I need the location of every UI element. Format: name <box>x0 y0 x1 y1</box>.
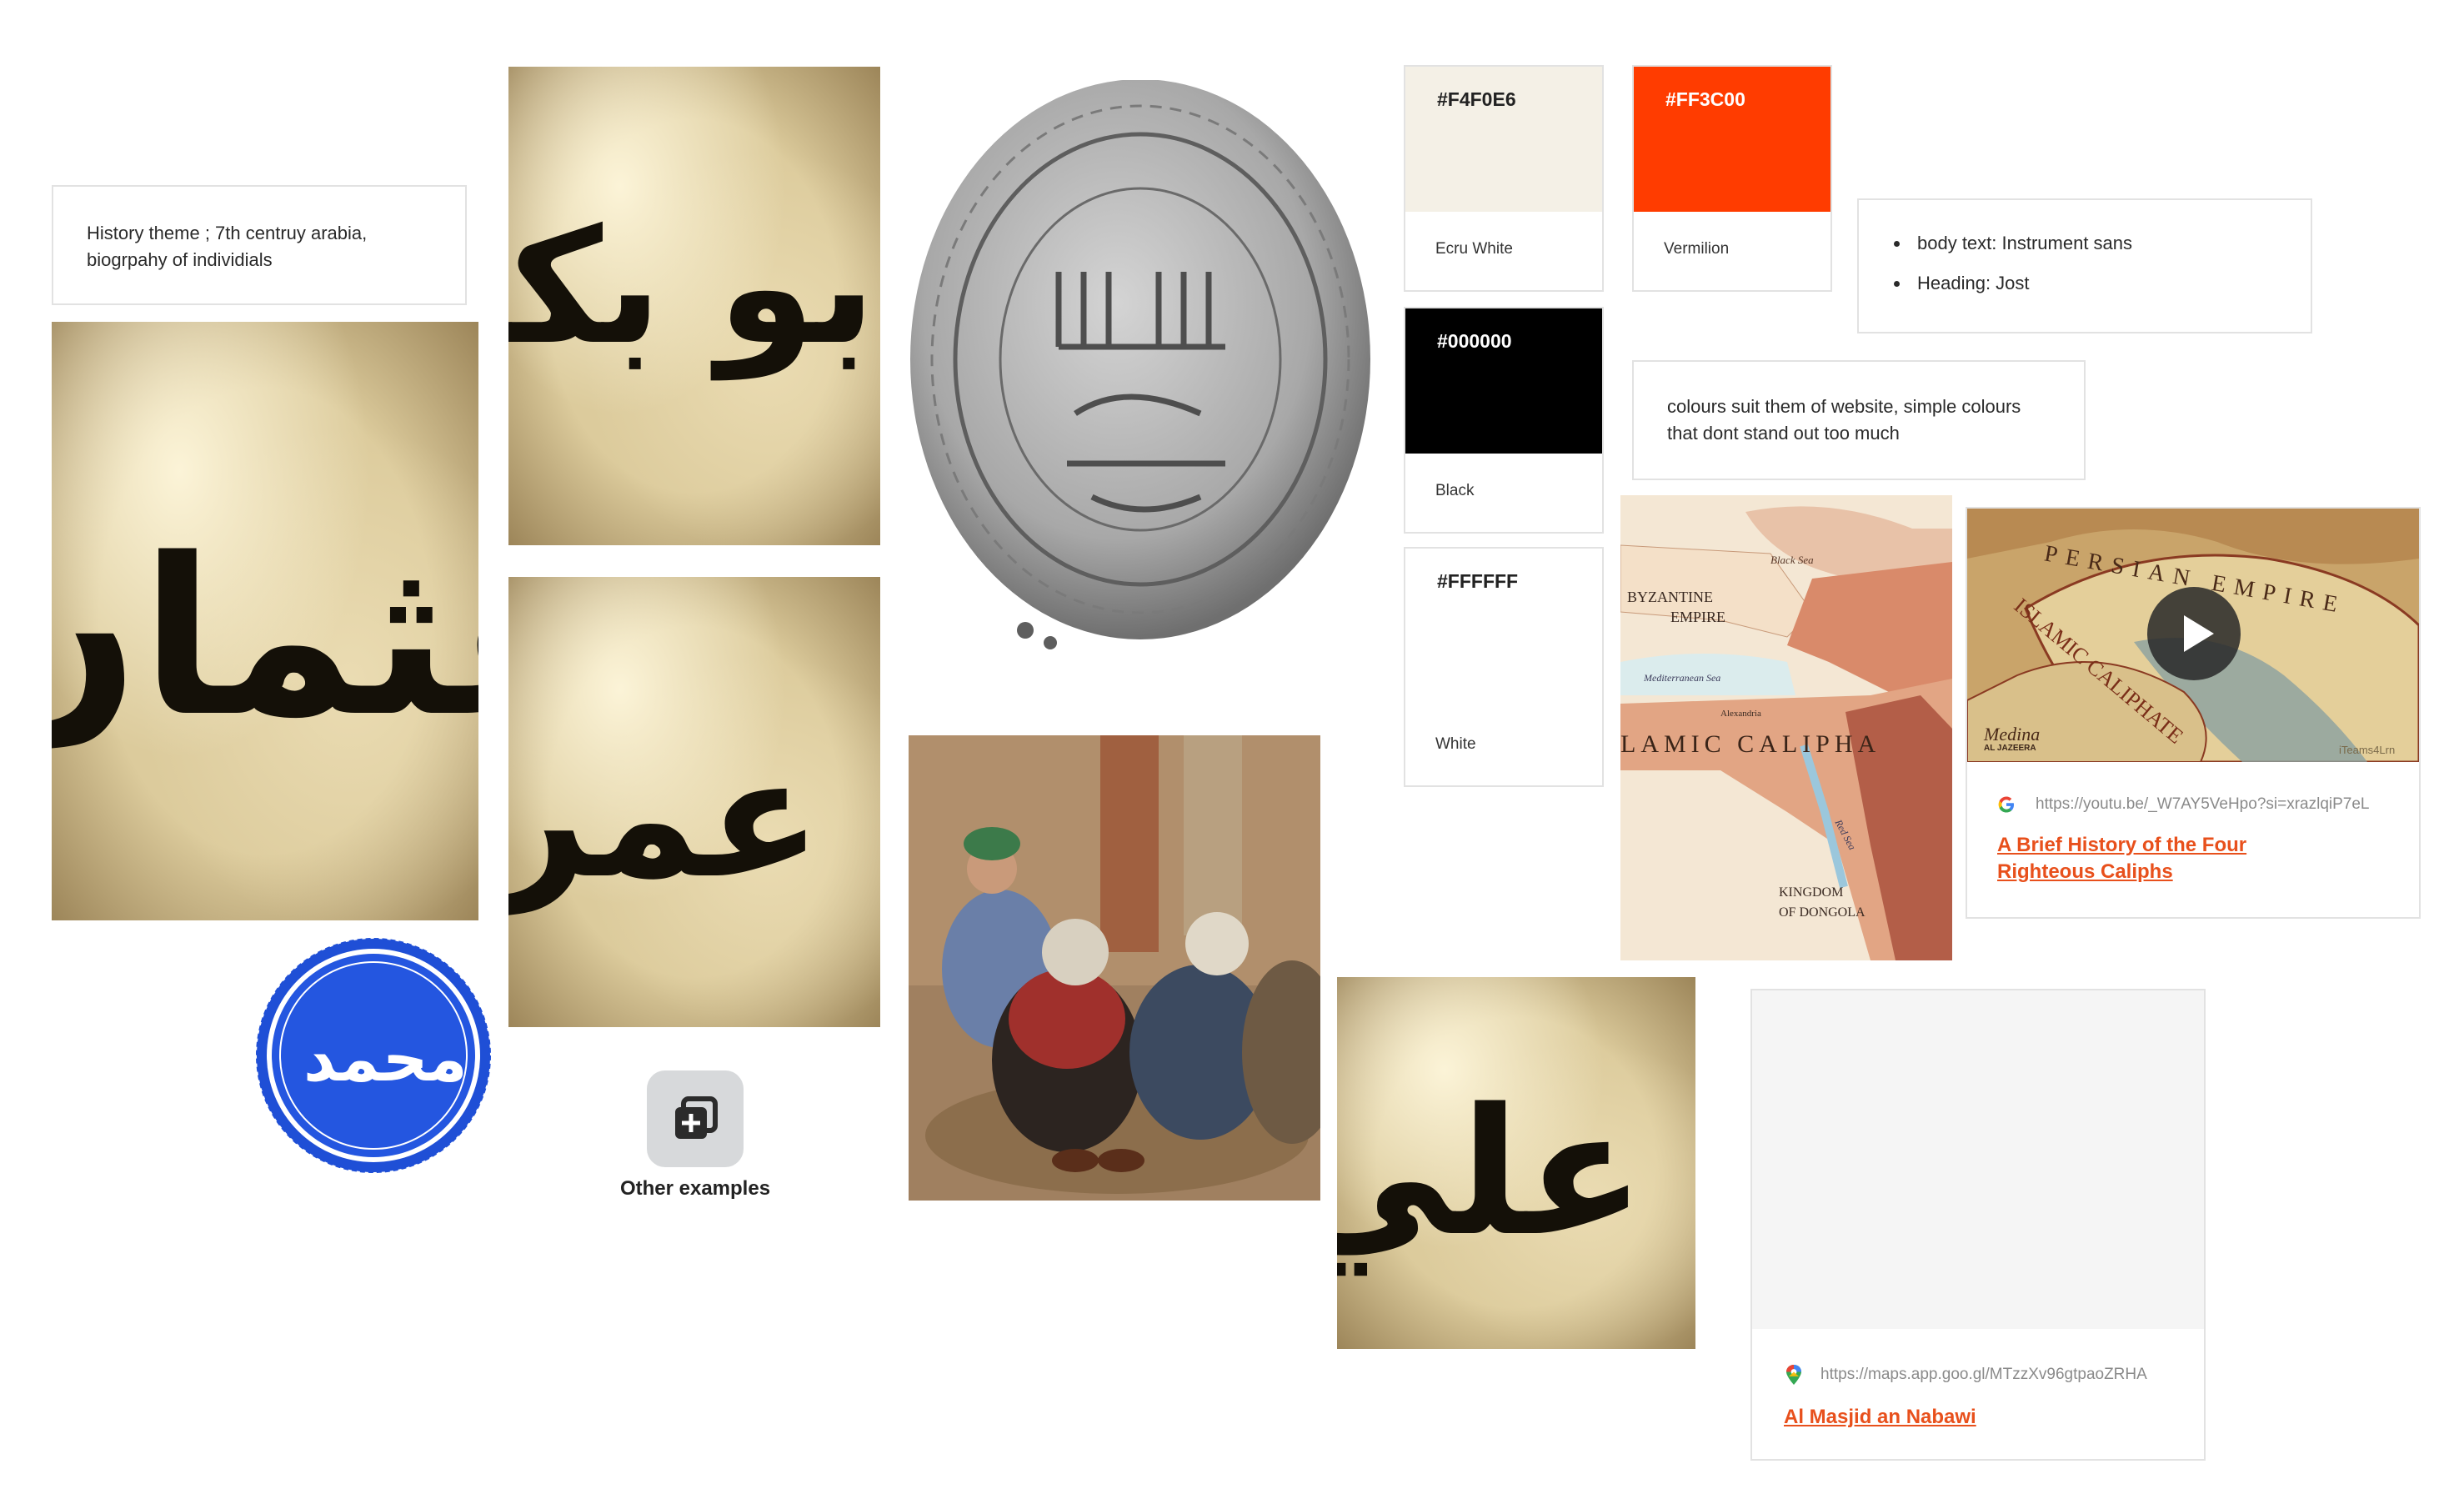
ali-calligraphy-text: علي <box>1337 1070 1645 1275</box>
gathering-painting-image[interactable] <box>909 735 1320 1201</box>
swatch-name: White <box>1435 735 1476 753</box>
maps-preview[interactable] <box>1752 990 2204 1329</box>
swatch-ecru-white[interactable]: #F4F0E6 Ecru White <box>1404 65 1604 292</box>
map-label-mediterranean: Mediterranean Sea <box>1644 672 1721 684</box>
swatch-name: Black <box>1435 482 1475 499</box>
muhammad-seal-text: محمد <box>303 1021 468 1095</box>
fonts-note[interactable]: body text: Instrument sans Heading: Jost <box>1857 198 2312 333</box>
thumb-medina-label: Medina <box>1984 724 2041 744</box>
swatch-hex: #FF3C00 <box>1665 88 1745 110</box>
video-thumbnail[interactable]: PERSIAN EMPIRE ISLAMIC CALIPHATE Medina … <box>1967 509 2419 762</box>
add-copy-icon <box>675 1096 718 1139</box>
muhammad-seal-image[interactable]: محمد <box>255 937 492 1174</box>
thumb-brand-label: iTeams4Lrn <box>2339 744 2396 756</box>
colours-note-line1: colours suit them of website, simple col… <box>1667 396 2021 417</box>
swatch-hex: #000000 <box>1437 330 1512 352</box>
swatch-vermilion[interactable]: #FF3C00 Vermilion <box>1632 65 1832 292</box>
video-title-link[interactable]: A Brief History of the Four Righteous Ca… <box>1997 832 2397 885</box>
swatch-name: Vermilion <box>1664 240 1730 258</box>
uthman-calligraphy-text: عثمان <box>52 513 478 765</box>
other-examples-label: Other examples <box>619 1177 771 1200</box>
umar-calligraphy-image[interactable]: عمر <box>508 577 880 1027</box>
umar-calligraphy-text: عمر <box>508 721 822 915</box>
map-label-kingdom: KINGDOM <box>1779 885 1844 900</box>
theme-note-line2: biogrpahy of individials <box>87 249 273 270</box>
swatch-hex: #FFFFFF <box>1437 570 1519 592</box>
maps-title-link[interactable]: Al Masjid an Nabawi <box>1784 1404 2184 1431</box>
swatch-name: Ecru White <box>1435 240 1513 258</box>
video-play-button[interactable] <box>2147 587 2241 680</box>
add-example-button[interactable] <box>647 1070 744 1167</box>
fonts-note-heading: Heading: Jost <box>1911 270 2311 297</box>
video-title-line2: Righteous Caliphs <box>1997 860 2173 883</box>
map-label-dongola: OF DONGOLA <box>1779 905 1866 920</box>
swatch-white[interactable]: #FFFFFF White <box>1404 547 1604 787</box>
map-label-alexandria: Alexandria <box>1720 709 1761 719</box>
dirham-coin-image[interactable] <box>909 79 1375 689</box>
map-label-empire: EMPIRE <box>1670 609 1726 625</box>
swatch-black[interactable]: #000000 Black <box>1404 307 1604 534</box>
theme-note-line1: History theme ; 7th centruy arabia, <box>87 223 368 243</box>
swatch-hex: #F4F0E6 <box>1437 88 1516 110</box>
ali-calligraphy-image[interactable]: علي <box>1337 977 1695 1349</box>
map-label-byzantine: BYZANTINE <box>1627 589 1713 605</box>
video-url: https://youtu.be/_W7AY5VeHpo?si=xrazlqiP… <box>2036 795 2370 813</box>
play-icon <box>2184 615 2214 652</box>
thumb-source-label: AL JAZEERA <box>1984 744 2036 753</box>
theme-note[interactable]: History theme ; 7th centruy arabia, biog… <box>52 185 467 305</box>
coin-graphic <box>910 79 1370 649</box>
uthman-calligraphy-image[interactable]: عثمان <box>52 322 478 920</box>
video-link-card[interactable]: PERSIAN EMPIRE ISLAMIC CALIPHATE Medina … <box>1966 507 2421 919</box>
map-label-black-sea: Black Sea <box>1770 554 1814 566</box>
video-title-line1: A Brief History of the Four <box>1997 834 2247 856</box>
caliphate-map-image[interactable]: Black Sea BYZANTINE EMPIRE Mediterranean… <box>1620 495 1952 960</box>
maps-link-card[interactable]: https://maps.app.goo.gl/MTzzXv96gtpaoZRH… <box>1750 989 2206 1461</box>
maps-url: https://maps.app.goo.gl/MTzzXv96gtpaoZRH… <box>1820 1366 2147 1383</box>
painting-graphic <box>909 735 1320 1201</box>
abubakr-calligraphy-image[interactable]: أبو بكر <box>508 67 880 545</box>
map-pin-icon <box>1786 1365 1801 1385</box>
colours-note[interactable]: colours suit them of website, simple col… <box>1632 360 2086 480</box>
map-label-islamic-caliphate: LAMIC CALIPHA <box>1620 730 1881 758</box>
colours-note-line2: that dont stand out too much <box>1667 423 1900 444</box>
abubakr-calligraphy-text: أبو بكر <box>508 195 880 379</box>
fonts-note-body: body text: Instrument sans <box>1911 230 2311 257</box>
google-icon <box>1998 796 2014 813</box>
